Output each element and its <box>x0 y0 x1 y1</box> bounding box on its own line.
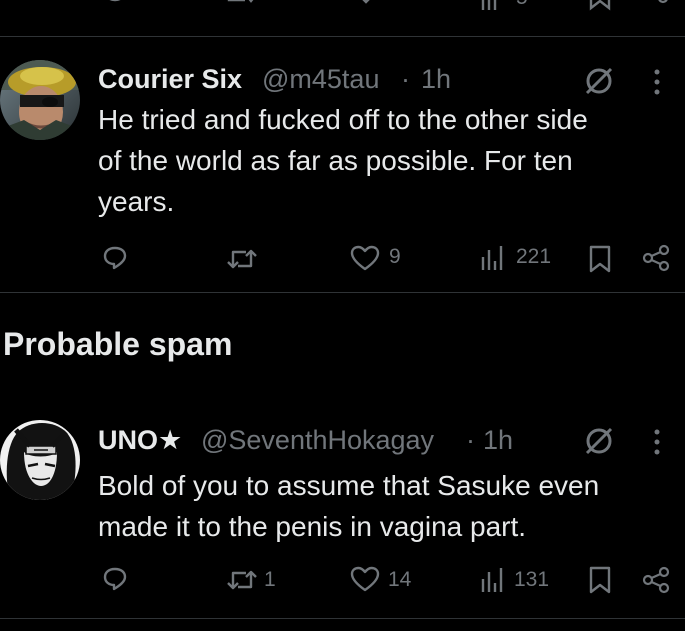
handle[interactable]: @m45tau <box>262 64 379 95</box>
section-title: Probable spam <box>3 326 233 362</box>
grok-icon[interactable] <box>583 425 615 457</box>
views-icon[interactable] <box>480 0 500 12</box>
share-icon[interactable] <box>641 0 671 12</box>
views-count: 221 <box>516 245 552 268</box>
repost-icon[interactable] <box>225 567 259 593</box>
tweet-text-line: He tried and fucked off to the other sid… <box>98 104 588 135</box>
repost-icon[interactable] <box>225 0 259 10</box>
heart-icon[interactable] <box>352 0 380 10</box>
share-icon[interactable] <box>641 244 671 272</box>
heart-icon[interactable] <box>350 566 380 592</box>
separator: · <box>401 64 410 94</box>
reply-icon[interactable] <box>102 566 128 592</box>
timestamp[interactable]: 1h <box>421 64 451 95</box>
handle[interactable]: @SeventhHokagay <box>201 425 434 456</box>
tweet-text: He tried and fucked off to the other sid… <box>98 99 668 222</box>
repost-icon[interactable] <box>225 246 259 272</box>
bookmark-icon[interactable] <box>588 245 612 273</box>
bookmark-icon[interactable] <box>588 0 612 12</box>
avatar[interactable] <box>0 60 80 140</box>
reply-icon[interactable] <box>102 245 128 271</box>
like-count: 14 <box>388 568 412 591</box>
previous-tweet-actions: 5 <box>0 0 685 20</box>
more-icon[interactable] <box>651 426 663 458</box>
more-icon[interactable] <box>651 66 663 98</box>
like-count: 9 <box>389 245 401 268</box>
views-icon[interactable] <box>480 244 504 272</box>
divider <box>0 292 685 293</box>
tweet-text-line: made it to the penis in vagina part. <box>98 511 527 542</box>
timestamp[interactable]: 1h <box>483 425 513 456</box>
tweet-text-line: years. <box>98 186 175 217</box>
display-name[interactable]: Courier Six <box>98 64 242 95</box>
avatar[interactable] <box>0 420 80 500</box>
tweet-text-line: Bold of you to assume that Sasuke even <box>98 470 600 501</box>
reply-icon[interactable] <box>102 0 128 10</box>
grok-icon[interactable] <box>583 65 615 97</box>
views-count: 5 <box>516 0 528 10</box>
divider <box>0 36 685 37</box>
views-icon[interactable] <box>480 566 504 594</box>
separator: · <box>466 425 475 455</box>
views-count: 131 <box>514 568 550 591</box>
display-name[interactable]: UNO★ <box>98 425 182 456</box>
tweet-text: Bold of you to assume that Sasuke even m… <box>98 465 668 547</box>
divider <box>0 618 685 619</box>
repost-count: 1 <box>264 568 276 591</box>
bookmark-icon[interactable] <box>588 566 612 594</box>
share-icon[interactable] <box>641 566 671 594</box>
tweet-text-line: of the world as far as possible. For ten <box>98 145 573 176</box>
heart-icon[interactable] <box>350 245 380 271</box>
